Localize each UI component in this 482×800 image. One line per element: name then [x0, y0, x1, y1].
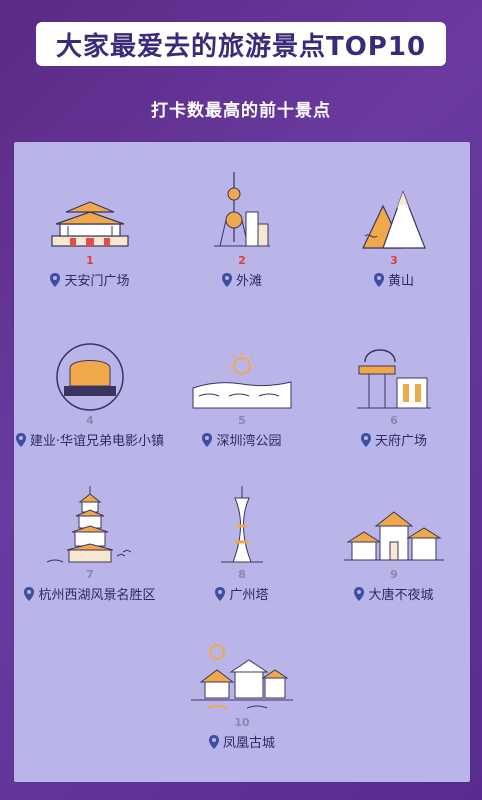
- spot-card-9[interactable]: 9 大唐不夜城: [318, 482, 470, 603]
- rank-number: 1: [86, 254, 94, 267]
- location-pin-icon: [360, 432, 371, 447]
- rank-number: 9: [390, 568, 398, 581]
- spot-card-10[interactable]: 10 凤凰古城: [166, 630, 318, 751]
- fenghuang-town-icon: [166, 630, 318, 714]
- spot-label-row: 建业·华谊兄弟电影小镇: [14, 430, 166, 449]
- tang-city-icon: [318, 482, 470, 566]
- spot-label-row: 黄山: [318, 270, 470, 289]
- spot-name: 杭州西湖风景名胜区: [38, 588, 156, 603]
- rank-number: 10: [234, 716, 250, 729]
- location-pin-icon: [15, 432, 26, 447]
- rank-number: 8: [238, 568, 246, 581]
- spot-name: 外滩: [235, 274, 262, 289]
- rank-number: 3: [390, 254, 398, 267]
- spot-label-row: 天安门广场: [14, 270, 166, 289]
- location-pin-icon: [208, 734, 219, 749]
- rank-number: 5: [238, 414, 246, 427]
- spot-card-4[interactable]: 4 建业·华谊兄弟电影小镇: [14, 332, 166, 449]
- spot-label-row: 凤凰古城: [166, 732, 318, 751]
- location-pin-icon: [373, 272, 384, 287]
- pagoda-icon: [14, 482, 166, 566]
- spot-card-1[interactable]: 1 天安门广场: [14, 172, 166, 289]
- spot-name: 深圳湾公园: [216, 434, 282, 449]
- oriental-pearl-tower-icon: [166, 172, 318, 252]
- spot-name: 广州塔: [229, 588, 269, 603]
- spot-label-row: 杭州西湖风景名胜区: [14, 584, 166, 603]
- spot-card-6[interactable]: 6 天府广场: [318, 332, 470, 449]
- spot-label-row: 大唐不夜城: [318, 584, 470, 603]
- location-pin-icon: [50, 272, 61, 287]
- location-pin-icon: [221, 272, 232, 287]
- film-town-icon: [14, 332, 166, 412]
- spot-card-7[interactable]: 7 杭州西湖风景名胜区: [14, 482, 166, 603]
- tianfu-square-icon: [318, 332, 470, 412]
- sun-sea-icon: [166, 332, 318, 412]
- spot-name: 建业·华谊兄弟电影小镇: [29, 434, 165, 449]
- spot-label-row: 外滩: [166, 270, 318, 289]
- spots-panel: 1 天安门广场 2 外滩 3 黄山 4 建业·华谊兄弟电影小镇 5 深圳湾公园 …: [14, 142, 470, 782]
- rank-number: 7: [86, 568, 94, 581]
- spot-label-row: 天府广场: [318, 430, 470, 449]
- spot-name: 黄山: [387, 274, 414, 289]
- spot-card-8[interactable]: 8 广州塔: [166, 482, 318, 603]
- spot-label-row: 广州塔: [166, 584, 318, 603]
- page-title: 大家最爱去的旅游景点TOP10: [55, 31, 427, 62]
- mountain-icon: [318, 172, 470, 252]
- location-pin-icon: [202, 432, 213, 447]
- spot-card-2[interactable]: 2 外滩: [166, 172, 318, 289]
- spot-card-3[interactable]: 3 黄山: [318, 172, 470, 289]
- spot-label-row: 深圳湾公园: [166, 430, 318, 449]
- location-pin-icon: [24, 586, 35, 601]
- rank-number: 6: [390, 414, 398, 427]
- spot-card-5[interactable]: 5 深圳湾公园: [166, 332, 318, 449]
- rank-number: 4: [86, 414, 94, 427]
- page-subtitle: 打卡数最高的前十景点: [151, 101, 331, 121]
- rank-number: 2: [238, 254, 246, 267]
- location-pin-icon: [354, 586, 365, 601]
- spot-name: 大唐不夜城: [368, 588, 434, 603]
- spot-name: 天府广场: [374, 434, 427, 449]
- canton-tower-icon: [166, 482, 318, 566]
- spot-name: 天安门广场: [64, 274, 130, 289]
- location-pin-icon: [215, 586, 226, 601]
- title-banner: 大家最爱去的旅游景点TOP10: [36, 22, 446, 66]
- tiananmen-icon: [14, 172, 166, 252]
- spot-name: 凤凰古城: [222, 736, 275, 751]
